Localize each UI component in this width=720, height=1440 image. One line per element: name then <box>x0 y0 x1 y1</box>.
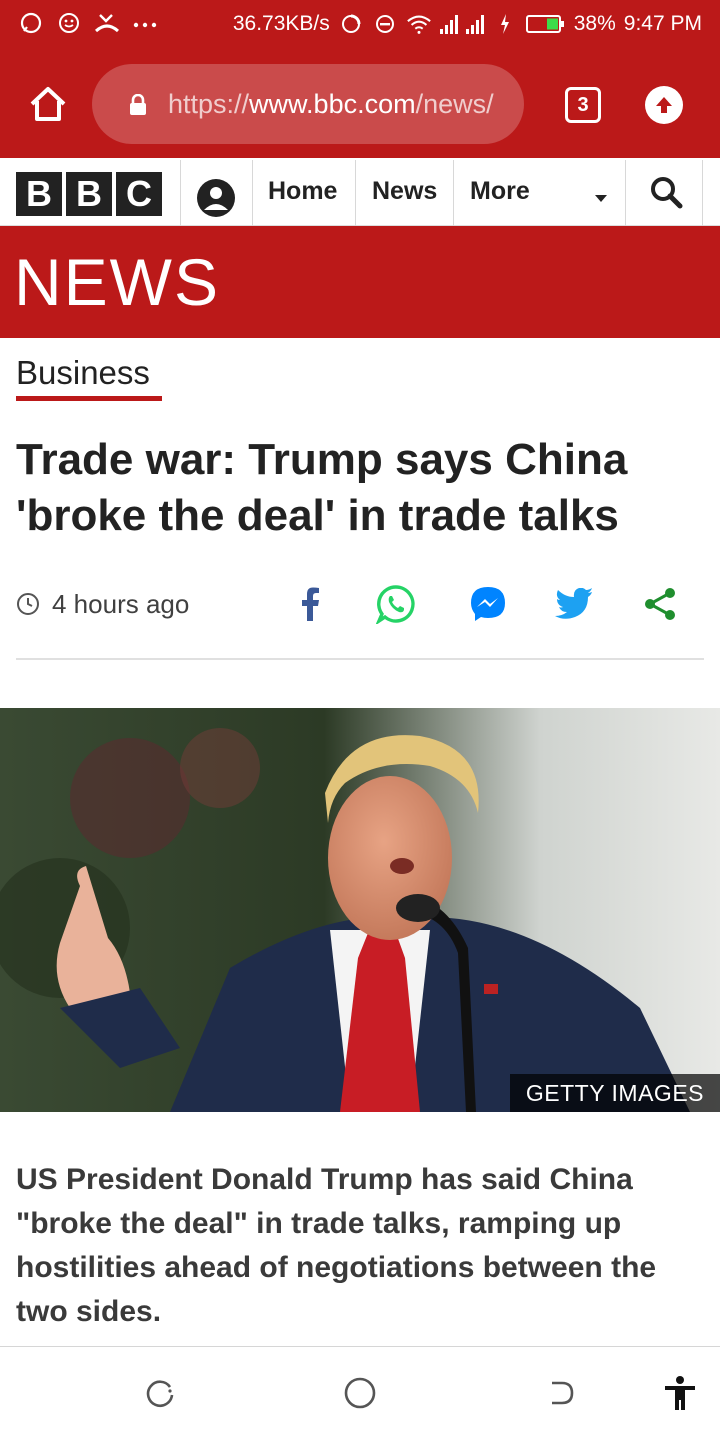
signal-icon <box>465 14 484 34</box>
twitter-icon <box>555 588 592 619</box>
smiley-icon <box>56 10 82 36</box>
chat-bubble-icon <box>18 10 44 36</box>
news-logo: NEWS <box>14 245 220 319</box>
account-icon[interactable] <box>196 178 236 218</box>
recent-apps-icon[interactable] <box>142 1375 178 1411</box>
nav-divider <box>625 160 626 226</box>
bbc-logo[interactable]: B B C <box>16 172 162 216</box>
search-icon[interactable] <box>648 174 684 210</box>
url-bar[interactable]: https://www.bbc.com/news/ <box>92 64 524 144</box>
charging-icon <box>492 11 518 37</box>
meta-divider <box>16 658 704 660</box>
battery-percent: 38% <box>573 12 616 35</box>
news-banner[interactable]: NEWS <box>0 226 720 338</box>
tab-switcher-button[interactable]: 3 <box>565 87 601 123</box>
speaker-photo <box>0 708 720 1112</box>
upload-button[interactable] <box>645 86 683 124</box>
nav-divider <box>702 160 703 226</box>
article-meta: 4 hours ago <box>16 580 704 632</box>
lock-icon <box>130 94 146 115</box>
whatsapp-icon <box>376 585 415 624</box>
clock-time: 9:47 PM <box>623 12 702 35</box>
bbc-logo-letter: B <box>66 172 112 216</box>
nav-link-home[interactable]: Home <box>268 176 337 206</box>
browser-home-button[interactable] <box>26 82 70 126</box>
battery-icon <box>525 11 566 37</box>
status-bar: 36.73KB/s 38% 9:47 PM <box>0 0 720 50</box>
share-more-button[interactable] <box>640 584 680 624</box>
bbc-logo-letter: C <box>116 172 162 216</box>
facebook-icon <box>302 587 319 621</box>
clock-icon <box>17 593 39 615</box>
nav-divider <box>453 160 454 226</box>
back-icon[interactable] <box>542 1375 578 1411</box>
bbc-logo-letter: B <box>16 172 62 216</box>
section-underline <box>16 396 162 401</box>
missed-call-icon <box>94 10 120 36</box>
accessibility-icon[interactable] <box>662 1375 698 1411</box>
section-link-business[interactable]: Business <box>16 352 150 394</box>
nav-link-news[interactable]: News <box>372 176 437 206</box>
article-headline: Trade war: Trump says China 'broke the d… <box>16 435 628 540</box>
share-whatsapp-button[interactable] <box>376 584 416 624</box>
nav-link-more[interactable]: More <box>470 176 530 206</box>
home-icon <box>30 87 66 121</box>
article-summary: US President Donald Trump has said China… <box>16 1163 657 1328</box>
chevron-down-icon[interactable] <box>594 194 608 203</box>
wifi-icon <box>406 11 432 37</box>
browser-toolbar: https://www.bbc.com/news/ 3 <box>0 50 720 158</box>
home-circle-icon[interactable] <box>342 1375 378 1411</box>
share-twitter-button[interactable] <box>554 584 594 624</box>
article-hero-image: GETTY IMAGES <box>0 708 720 1112</box>
signal-icon <box>439 14 458 34</box>
data-saver-icon <box>338 11 364 37</box>
nav-divider <box>355 160 356 226</box>
bbc-navigation: B B C Home News More <box>0 158 720 226</box>
system-navigation-bar <box>0 1346 720 1440</box>
network-speed: 36.73KB/s <box>232 12 330 35</box>
nav-divider <box>252 160 253 226</box>
share-messenger-button[interactable] <box>468 584 508 624</box>
more-dots-icon <box>132 10 158 36</box>
messenger-icon <box>471 587 505 621</box>
share-icon <box>645 588 675 620</box>
article-timestamp: 4 hours ago <box>52 589 190 619</box>
image-credit: GETTY IMAGES <box>509 1074 720 1112</box>
url-text: https://www.bbc.com/news/ <box>168 89 494 119</box>
share-facebook-button[interactable] <box>290 584 330 624</box>
nav-divider <box>180 160 181 226</box>
dnd-icon <box>372 11 398 37</box>
tab-count: 3 <box>577 93 589 116</box>
arrow-up-icon <box>656 97 672 113</box>
